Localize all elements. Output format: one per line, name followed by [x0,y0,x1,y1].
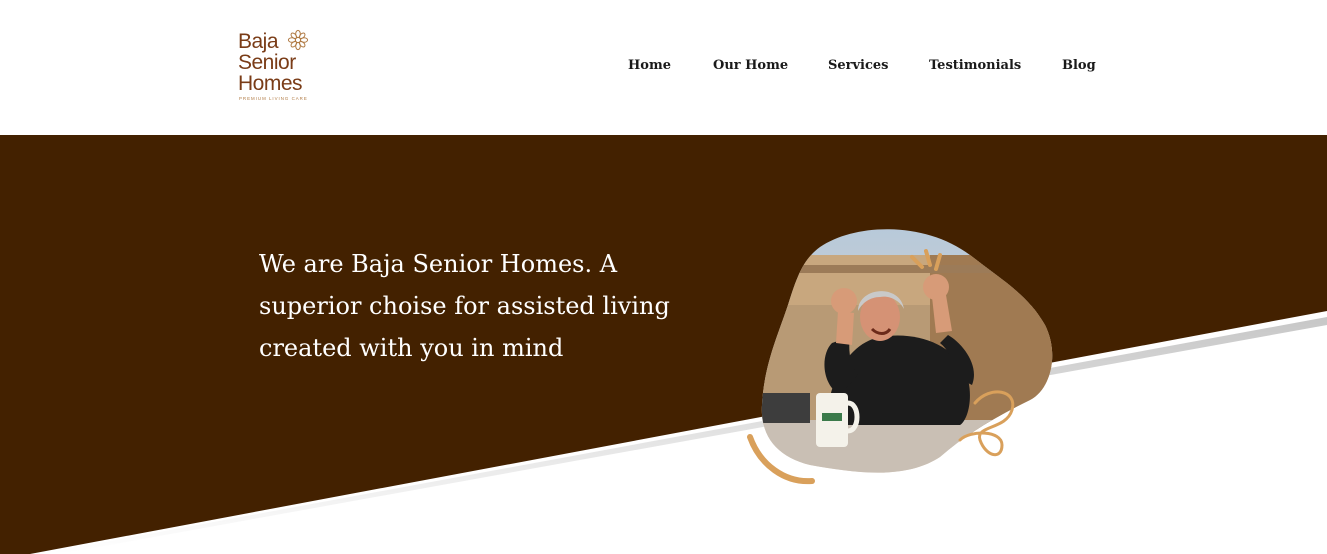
main-nav: Home Our Home Services Testimonials Blog [0,58,1327,76]
hero-section: We are Baja Senior Homes. A superior cho… [0,135,1327,554]
flower-icon [287,29,309,51]
logo-name-line-1: Baja [238,30,279,53]
logo-tagline: PREMIUM LIVING CARE [239,96,308,101]
hero-photo [747,229,1053,485]
nav-services[interactable]: Services [828,58,889,73]
nav-home[interactable]: Home [628,58,671,73]
nav-testimonials[interactable]: Testimonials [929,58,1021,73]
site-header: Baja Senior Homes PREMIUM LIVING CARE Ho… [0,0,1327,135]
page: Baja Senior Homes PREMIUM LIVING CARE Ho… [0,0,1327,554]
nav-our-home[interactable]: Our Home [713,58,788,73]
nav-blog[interactable]: Blog [1062,58,1096,73]
hero-headline: We are Baja Senior Homes. A superior cho… [259,250,670,362]
logo-name-line-3: Homes [238,72,303,95]
